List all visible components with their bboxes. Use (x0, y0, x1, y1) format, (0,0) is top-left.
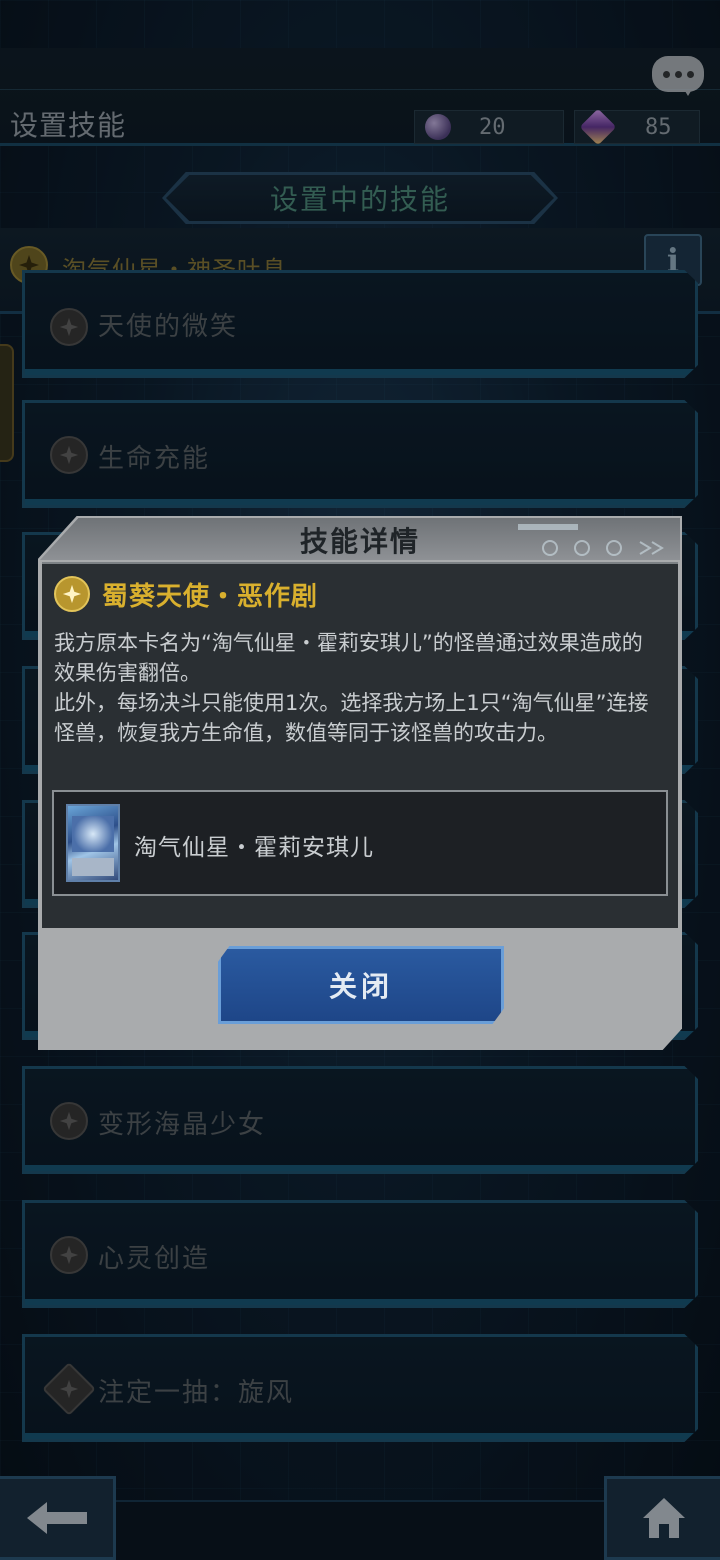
skill-description-extra: 此外，每场决斗只能使用1次。选择我方场上1只“淘气仙星”连接怪兽，恢复我方生命值… (54, 691, 649, 745)
skill-name: 蜀葵天使・恶作剧 (102, 582, 319, 612)
star-icon (54, 576, 90, 612)
card-name: 淘气仙星・霍莉安琪儿 (134, 835, 374, 861)
skill-description-effect: 我方原本卡名为“淘气仙星・霍莉安琪儿”的怪兽通过效果造成的效果伤害翻倍。 (54, 631, 643, 685)
dialog-title: 技能详情 (299, 525, 420, 558)
close-button[interactable]: 关闭 (218, 946, 504, 1024)
skill-description: 我方原本卡名为“淘气仙星・霍莉安琪儿”的怪兽通过效果造成的效果伤害翻倍。 此外，… (54, 628, 662, 748)
close-button-label: 关闭 (328, 970, 393, 1003)
card-thumbnail[interactable] (66, 804, 120, 882)
